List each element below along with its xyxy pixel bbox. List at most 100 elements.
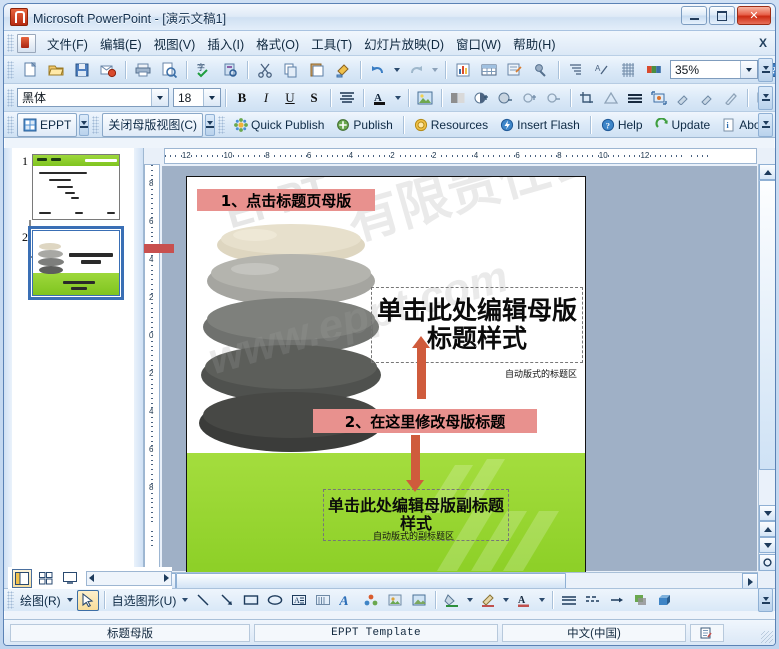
line-color-dropdown-icon[interactable] <box>500 589 512 611</box>
title-placeholder[interactable]: 单击此处编辑母版标题样式 <box>371 287 583 363</box>
print-icon[interactable] <box>131 58 155 82</box>
compress-picture-icon[interactable] <box>648 87 670 108</box>
fill-color-dropdown-icon[interactable] <box>464 589 476 611</box>
cut-icon[interactable] <box>253 58 277 82</box>
3d-style-icon[interactable] <box>654 590 676 611</box>
more-contrast-icon[interactable] <box>471 87 493 108</box>
eppt-overflow-2[interactable] <box>205 113 216 136</box>
rectangle-icon[interactable] <box>240 590 262 611</box>
slide-thumbnail-2[interactable] <box>28 226 124 300</box>
wordart-icon[interactable]: A <box>336 590 358 611</box>
dash-style-icon[interactable] <box>582 590 604 611</box>
horizontal-scrollbar[interactable] <box>160 572 758 589</box>
print-preview-icon[interactable] <box>157 58 181 82</box>
autoshapes-dropdown-icon[interactable] <box>179 589 191 611</box>
font-color-icon[interactable]: A <box>513 590 535 611</box>
help-button[interactable]: ? Help <box>595 113 649 137</box>
diagram-icon[interactable] <box>360 590 382 611</box>
resources-button[interactable]: Resources <box>408 113 494 137</box>
underline-button[interactable]: U <box>279 87 301 108</box>
publish-button[interactable]: Publish <box>330 113 398 137</box>
oval-icon[interactable] <box>264 590 286 611</box>
redo-icon[interactable] <box>404 58 428 82</box>
line-style-icon[interactable] <box>624 87 646 108</box>
text-box-icon[interactable]: A <box>288 590 310 611</box>
slideshow-view-button[interactable] <box>60 569 80 588</box>
copy-icon[interactable] <box>279 58 303 82</box>
menu-format[interactable]: 格式(O) <box>250 32 305 55</box>
shadow-button[interactable]: S <box>303 87 325 108</box>
scroll-down-button[interactable] <box>759 505 775 521</box>
font-color-icon[interactable]: A <box>369 87 391 108</box>
font-size-dropdown-icon[interactable] <box>203 89 220 106</box>
redo-dropdown-icon[interactable] <box>429 59 441 81</box>
draw-menu-button[interactable]: 绘图(R) <box>17 592 64 609</box>
vertical-ruler[interactable]: 8 6 4 2 0 2 4 6 8 <box>144 164 160 571</box>
undo-dropdown-icon[interactable] <box>391 59 403 81</box>
standard-toolbar-grip[interactable] <box>7 60 14 79</box>
menu-window[interactable]: 窗口(W) <box>450 32 507 55</box>
less-contrast-icon[interactable] <box>495 87 517 108</box>
update-button[interactable]: Update <box>649 113 717 137</box>
horizontal-scroll-thumb[interactable] <box>176 573 566 589</box>
status-language[interactable]: 中文(中国) <box>502 623 686 642</box>
menu-help[interactable]: 帮助(H) <box>507 32 561 55</box>
font-color-dropdown-icon-2[interactable] <box>536 589 548 611</box>
insert-flash-button[interactable]: Insert Flash <box>494 113 586 137</box>
shadow-style-icon[interactable] <box>630 590 652 611</box>
menu-grip[interactable] <box>7 34 14 52</box>
eppt-grip-2[interactable] <box>92 115 100 134</box>
line-style-icon[interactable] <box>558 590 580 611</box>
spellcheck-icon[interactable]: 字 <box>192 58 216 82</box>
save-icon[interactable] <box>70 58 94 82</box>
menu-edit[interactable]: 编辑(E) <box>94 32 148 55</box>
normal-view-button[interactable] <box>12 568 32 588</box>
thumbnail-pane-hscrollbar[interactable] <box>86 570 172 586</box>
font-color-dropdown-icon[interactable] <box>392 87 404 109</box>
font-name-combo[interactable]: 黑体 <box>17 88 169 107</box>
close-document-button[interactable]: X <box>759 36 767 50</box>
color-scheme-icon[interactable] <box>642 58 666 82</box>
font-size-combo[interactable]: 18 <box>173 88 221 107</box>
insert-chart-icon[interactable] <box>451 58 475 82</box>
status-design-template[interactable]: EPPT Template <box>254 623 498 642</box>
expand-all-icon[interactable] <box>564 58 588 82</box>
menu-view[interactable]: 视图(V) <box>148 32 202 55</box>
grid-icon[interactable] <box>616 58 640 82</box>
window-resize-grip[interactable] <box>761 631 773 643</box>
color-mode-icon[interactable] <box>447 87 469 108</box>
insert-picture-icon[interactable] <box>408 590 430 611</box>
more-brightness-icon[interactable] <box>519 87 541 108</box>
scroll-up-button[interactable] <box>759 164 775 180</box>
standard-toolbar-overflow[interactable] <box>758 57 773 82</box>
menu-slideshow[interactable]: 幻灯片放映(D) <box>358 32 450 55</box>
line-color-icon[interactable] <box>477 590 499 611</box>
insert-hyperlink-icon[interactable] <box>529 58 553 82</box>
select-arrow-icon[interactable] <box>76 589 99 611</box>
slide-thumbnail-1[interactable] <box>32 154 120 220</box>
eppt-overflow-3[interactable] <box>758 112 773 137</box>
less-brightness-icon[interactable] <box>543 87 565 108</box>
italic-button[interactable]: I <box>255 87 277 108</box>
menu-insert[interactable]: 插入(I) <box>201 32 250 55</box>
bold-button[interactable]: B <box>231 87 253 108</box>
list-item[interactable]: 1 <box>12 154 134 220</box>
minimize-button[interactable] <box>681 6 707 25</box>
line-icon[interactable] <box>192 590 214 611</box>
arrow-style-icon[interactable] <box>606 590 628 611</box>
new-document-icon[interactable] <box>18 58 42 82</box>
clip-art-icon[interactable] <box>384 590 406 611</box>
font-name-dropdown-icon[interactable] <box>151 89 168 106</box>
menu-file[interactable]: 文件(F) <box>41 32 94 55</box>
insert-picture-icon[interactable] <box>414 87 436 108</box>
crop-icon[interactable] <box>576 87 598 108</box>
rotate-left-icon[interactable] <box>600 87 622 108</box>
recolor-picture-icon[interactable] <box>672 87 694 108</box>
previous-slide-button[interactable] <box>759 521 775 537</box>
eppt-grip-3[interactable] <box>218 115 226 134</box>
eppt-grip-1[interactable] <box>7 115 14 134</box>
select-browse-object-button[interactable] <box>759 554 775 571</box>
quick-publish-button[interactable]: Quick Publish <box>228 113 330 137</box>
fill-color-icon[interactable] <box>441 590 463 611</box>
arrow-icon[interactable] <box>216 590 238 611</box>
